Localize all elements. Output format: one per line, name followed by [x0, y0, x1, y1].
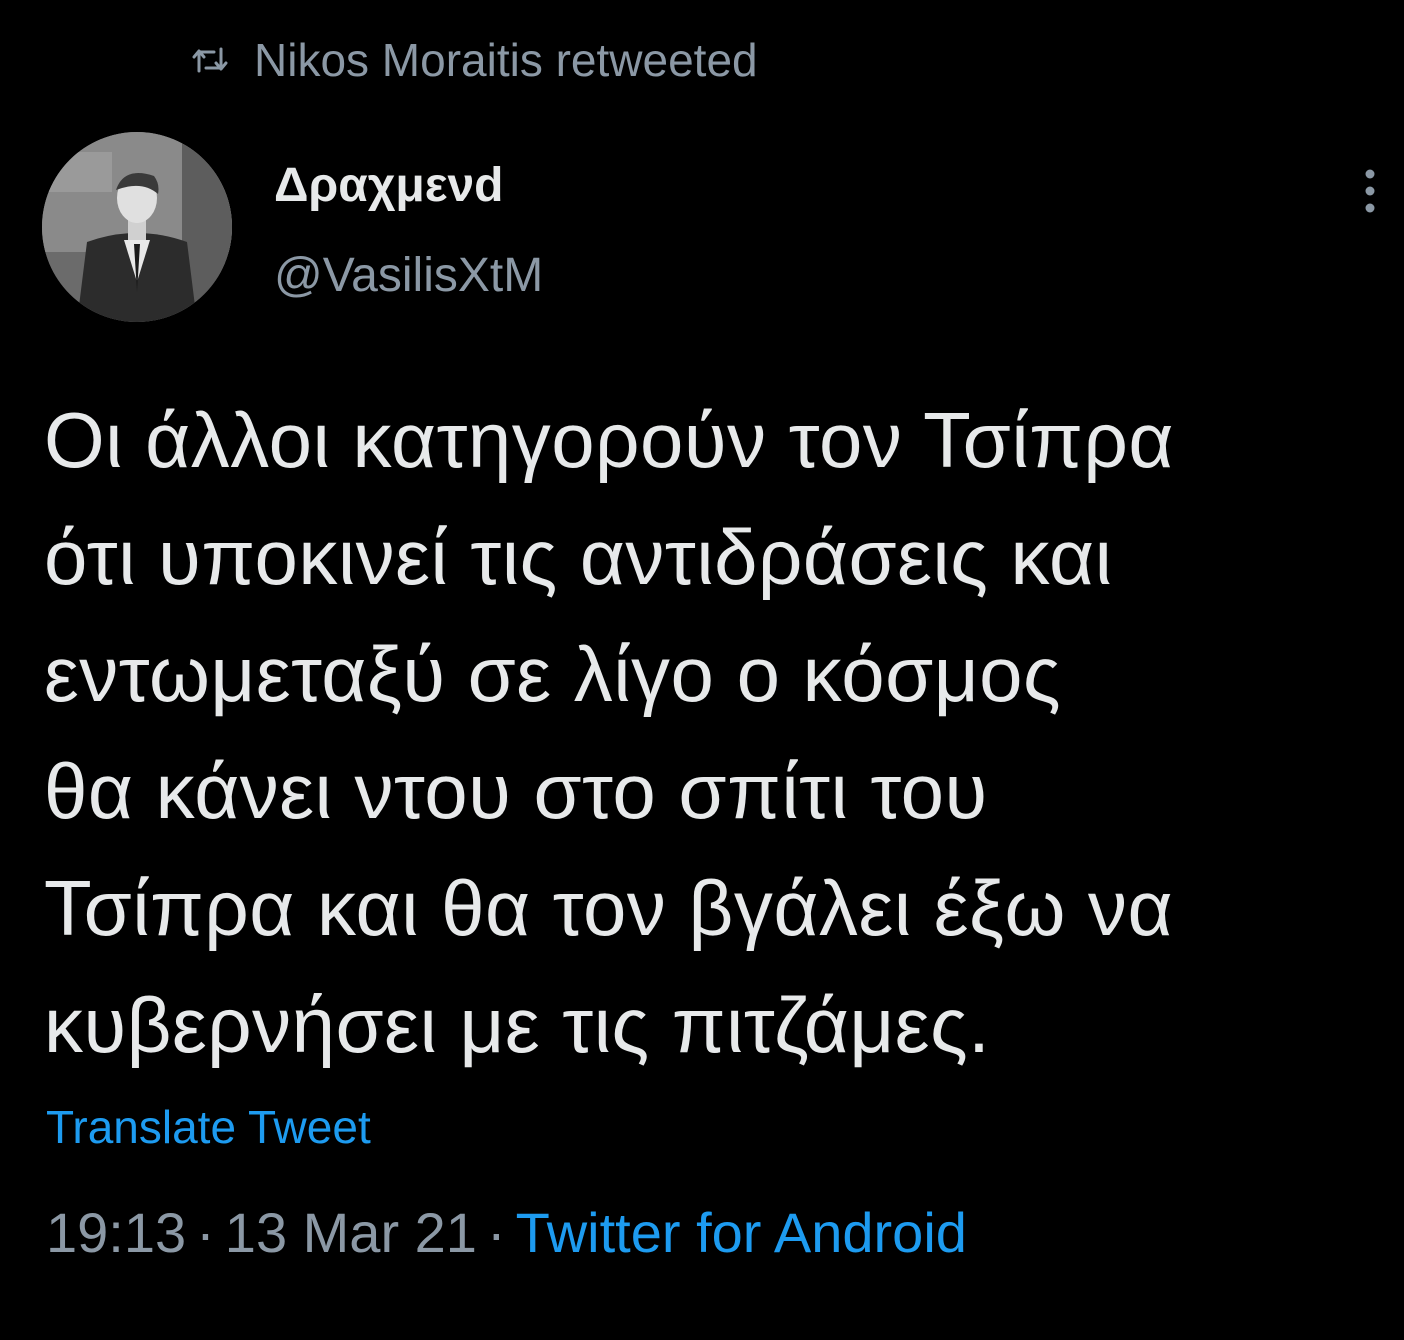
retweet-context[interactable]: Nikos Moraitis retweeted [190, 30, 758, 90]
meta-separator: · [196, 1201, 215, 1264]
avatar[interactable] [42, 132, 232, 322]
user-handle[interactable]: @VasilisXtM [274, 248, 543, 303]
tweet-date[interactable]: 13 Mar 21 [225, 1201, 477, 1264]
tweet-text-line: θα κάνει ντου στο σπίτι του [44, 747, 988, 835]
translate-tweet-link[interactable]: Translate Tweet [46, 1100, 371, 1154]
meta-separator: · [486, 1201, 506, 1264]
more-vertical-icon [1352, 166, 1388, 216]
retweet-icon [190, 45, 230, 75]
tweet-text-line: εντωμεταξύ σε λίγο ο κόσμος [44, 630, 1062, 718]
display-name[interactable]: Δραχμενd [274, 158, 504, 213]
tweet-metadata: 19:13 · 13 Mar 21 · Twitter for Android [46, 1200, 967, 1265]
tweet-time[interactable]: 19:13 [46, 1201, 186, 1264]
tweet-text: Οι άλλοι κατηγορούν τον Τσίπρα ότι υποκι… [44, 382, 1374, 1084]
tweet-text-line: Οι άλλοι κατηγορούν τον Τσίπρα [44, 396, 1174, 484]
tweet-text-line: κυβερνήσει με τις πιτζάμες. [44, 981, 991, 1069]
retweet-text: Nikos Moraitis retweeted [254, 34, 758, 86]
tweet-text-line: Τσίπρα και θα τον βγάλει έξω να [44, 864, 1174, 952]
tweet-text-line: ότι υποκινεί τις αντιδράσεις και [44, 513, 1113, 601]
tweet-source-link[interactable]: Twitter for Android [516, 1201, 967, 1264]
more-options-button[interactable] [1352, 166, 1388, 216]
